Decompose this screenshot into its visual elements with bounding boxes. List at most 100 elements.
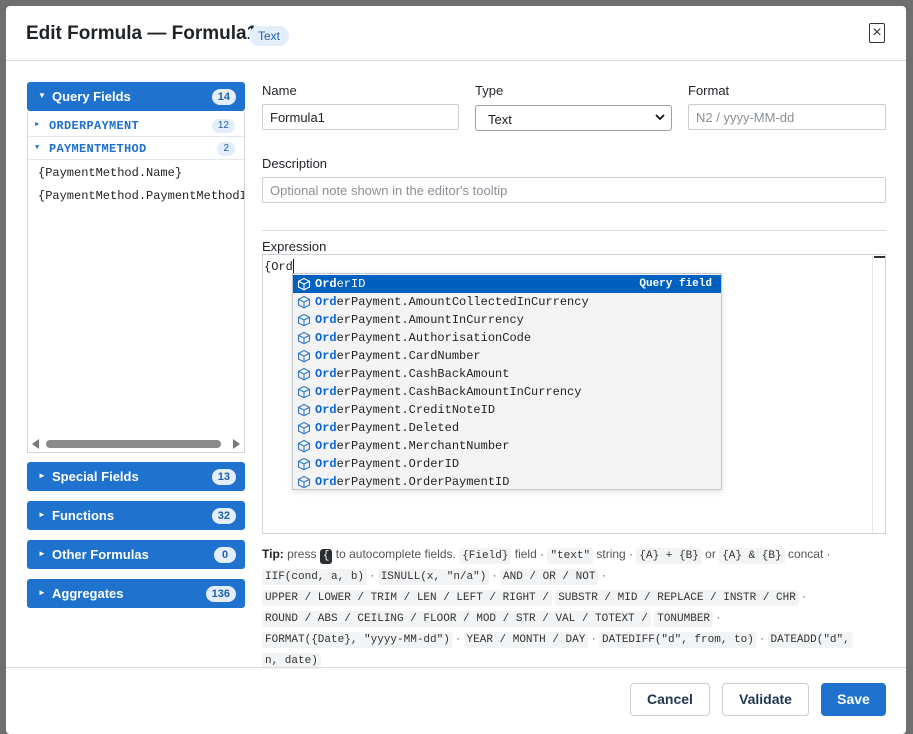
autocomplete-item[interactable]: OrderPayment.AuthorisationCode <box>293 329 721 347</box>
chevron-right-icon: ► <box>35 121 40 129</box>
autocomplete-item-text: OrderPayment.OrderPaymentID <box>315 475 509 489</box>
field-cube-icon <box>297 421 311 435</box>
tip-key: { <box>319 549 333 564</box>
tip-code: DATEDIFF("d", from, to) <box>599 632 757 648</box>
match-rest: erPayment.AmountInCurrency <box>336 313 524 327</box>
scroll-right-icon[interactable] <box>233 439 240 449</box>
field-cube-icon <box>297 403 311 417</box>
autocomplete-item[interactable]: OrderPayment.AmountCollectedInCurrency <box>293 293 721 311</box>
vertical-scrollbar[interactable] <box>872 255 885 533</box>
field-cube-icon <box>297 295 311 309</box>
query-fields-header[interactable]: ▼ Query Fields 14 <box>27 82 245 111</box>
aggregates-header[interactable]: ► Aggregates 136 <box>27 579 245 608</box>
tip-code: DATEADD("d", <box>767 632 853 648</box>
section-count: 13 <box>211 469 236 485</box>
match-prefix: Ord <box>315 277 337 291</box>
match-rest: erPayment.Deleted <box>336 421 460 435</box>
match-prefix: Ord <box>315 349 337 363</box>
name-input[interactable] <box>262 104 459 130</box>
field-cube-icon <box>297 475 311 489</box>
tree-field-label: {PaymentMethod.Name} <box>38 166 183 180</box>
dialog-header: Edit Formula — Formula1 Text × <box>6 6 906 61</box>
section-count: 0 <box>214 547 236 563</box>
match-rest: erPayment.CashBackAmountInCurrency <box>336 385 582 399</box>
autocomplete-item[interactable]: OrderPayment.Deleted <box>293 419 721 437</box>
type-badge: Text <box>249 26 290 46</box>
autocomplete-item-text: OrderPayment.CashBackAmountInCurrency <box>315 385 581 399</box>
tree-field-item[interactable]: {PaymentMethod.Name} <box>28 162 244 184</box>
autocomplete-item-text: OrderID <box>315 277 365 291</box>
tree-group-count: 12 <box>211 119 235 133</box>
autocomplete-item[interactable]: OrderPayment.MerchantNumber <box>293 437 721 455</box>
scrollbar-thumb[interactable] <box>46 440 221 448</box>
other-formulas-header[interactable]: ► Other Formulas 0 <box>27 540 245 569</box>
autocomplete-item-kind: Query field <box>639 278 712 290</box>
query-fields-label: Query Fields <box>52 89 131 104</box>
match-rest: erPayment.AuthorisationCode <box>336 331 532 345</box>
tip-code: "text" <box>547 548 594 564</box>
match-prefix: Ord <box>315 295 337 309</box>
autocomplete-item-text: OrderPayment.AuthorisationCode <box>315 331 531 345</box>
match-rest: erPayment.MerchantNumber <box>336 439 510 453</box>
tree-field-item[interactable]: {PaymentMethod.PaymentMethodID} <box>28 185 244 207</box>
match-prefix: Ord <box>315 439 337 453</box>
autocomplete-dropdown: OrderID Query field OrderPayment.AmountC… <box>292 273 722 490</box>
tree-group-label: ORDERPAYMENT <box>49 119 140 133</box>
match-rest: erPayment.OrderID <box>336 457 460 471</box>
chevron-down-icon: ▼ <box>35 144 40 152</box>
autocomplete-item[interactable]: OrderID Query field <box>293 275 721 293</box>
tip-text: to autocomplete fields. <box>335 547 456 561</box>
field-cube-icon <box>297 367 311 381</box>
scroll-left-icon[interactable] <box>32 439 39 449</box>
autocomplete-item[interactable]: OrderPayment.AmountInCurrency <box>293 311 721 329</box>
match-prefix: Ord <box>315 331 337 345</box>
autocomplete-item[interactable]: OrderPayment.OrderPaymentID <box>293 473 721 489</box>
section-label: Other Formulas <box>52 547 149 562</box>
close-button[interactable]: × <box>869 23 885 43</box>
format-label: Format <box>688 83 730 98</box>
syntax-tip: Tip: press { to autocomplete fields. {Fi… <box>262 544 890 670</box>
footer-divider <box>6 667 906 668</box>
tip-text: concat <box>787 547 824 561</box>
match-prefix: Ord <box>315 475 337 489</box>
save-button[interactable]: Save <box>821 683 886 716</box>
name-label: Name <box>262 83 297 98</box>
type-select[interactable]: Text <box>475 105 672 131</box>
format-input[interactable] <box>688 104 886 130</box>
autocomplete-item[interactable]: OrderPayment.OrderID <box>293 455 721 473</box>
horizontal-scrollbar[interactable] <box>29 438 243 450</box>
autocomplete-item-text: OrderPayment.CashBackAmount <box>315 367 509 381</box>
tip-code: AND / OR / NOT <box>500 569 599 585</box>
autocomplete-item[interactable]: OrderPayment.CreditNoteID <box>293 401 721 419</box>
section-label: Functions <box>52 508 115 523</box>
match-rest: erPayment.AmountCollectedInCurrency <box>336 295 589 309</box>
tip-code: {A} + {B} <box>636 548 702 564</box>
description-input[interactable] <box>262 177 886 203</box>
expression-value: {Ord <box>264 260 293 274</box>
autocomplete-item[interactable]: OrderPayment.CardNumber <box>293 347 721 365</box>
tree-group-orderpayment[interactable]: ► ORDERPAYMENT 12 <box>28 115 244 137</box>
tip-code: ISNULL(x, "n/a") <box>377 569 490 585</box>
autocomplete-item[interactable]: OrderPayment.CashBackAmount <box>293 365 721 383</box>
section-label: Special Fields <box>52 469 139 484</box>
autocomplete-item[interactable]: OrderPayment.CashBackAmountInCurrency <box>293 383 721 401</box>
match-rest: erPayment.CashBackAmount <box>336 367 510 381</box>
match-prefix: Ord <box>315 457 337 471</box>
match-rest: erPayment.CreditNoteID <box>336 403 496 417</box>
text-caret <box>292 259 294 273</box>
query-fields-tree: ► ORDERPAYMENT 12 ▼ PAYMENTMETHOD 2 {Pay… <box>27 112 245 453</box>
field-cube-icon <box>297 313 311 327</box>
cancel-button[interactable]: Cancel <box>630 683 710 716</box>
special-fields-header[interactable]: ► Special Fields 13 <box>27 462 245 491</box>
type-select-value: Text <box>488 112 512 127</box>
match-prefix: Ord <box>315 421 337 435</box>
tree-group-paymentmethod[interactable]: ▼ PAYMENTMETHOD 2 <box>28 138 244 160</box>
field-cube-icon <box>297 457 311 471</box>
validate-button[interactable]: Validate <box>722 683 809 716</box>
functions-header[interactable]: ► Functions 32 <box>27 501 245 530</box>
scrollbar-thumb[interactable] <box>874 256 885 258</box>
tip-text: string <box>596 547 626 561</box>
chevron-right-icon: ► <box>38 510 46 519</box>
tip-text: press <box>287 547 317 561</box>
tip-code: TONUMBER <box>654 611 714 627</box>
